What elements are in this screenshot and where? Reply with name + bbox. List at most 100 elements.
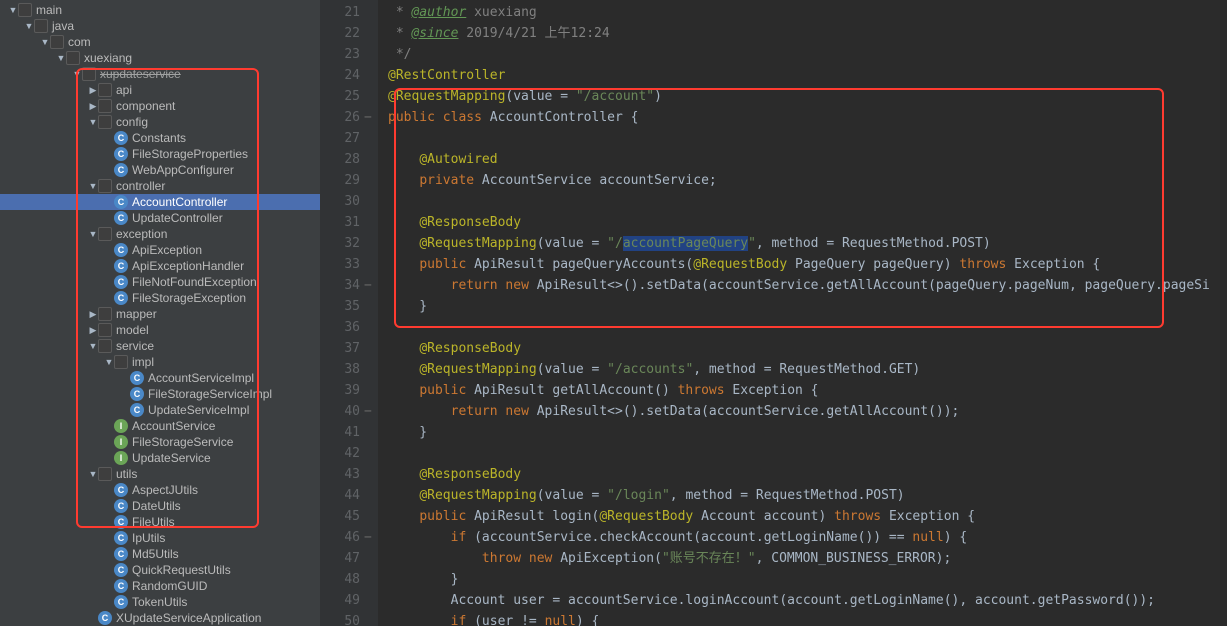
tree-node-component[interactable]: component bbox=[0, 98, 320, 114]
tree-label: Md5Utils bbox=[132, 546, 179, 562]
chevron-down-icon[interactable] bbox=[56, 50, 66, 66]
tree-node-impl[interactable]: impl bbox=[0, 354, 320, 370]
chevron-down-icon[interactable] bbox=[24, 18, 34, 34]
code-line[interactable]: @ResponseBody bbox=[388, 464, 1227, 485]
tree-node-dateutils[interactable]: DateUtils bbox=[0, 498, 320, 514]
code-line[interactable]: * @author xuexiang bbox=[388, 2, 1227, 23]
tree-label: AccountService bbox=[132, 418, 215, 434]
code-editor[interactable]: 2122232425262728293031323334353637383940… bbox=[320, 0, 1227, 626]
code-line[interactable]: if (accountService.checkAccount(account.… bbox=[388, 527, 1227, 548]
chevron-right-icon[interactable] bbox=[88, 306, 98, 322]
tree-node-xuexiang[interactable]: xuexiang bbox=[0, 50, 320, 66]
tree-node-filenotfoundexception[interactable]: FileNotFoundException bbox=[0, 274, 320, 290]
tree-node-constants[interactable]: Constants bbox=[0, 130, 320, 146]
tree-node-filestorageexception[interactable]: FileStorageException bbox=[0, 290, 320, 306]
chevron-down-icon[interactable] bbox=[40, 34, 50, 50]
tree-node-randomguid[interactable]: RandomGUID bbox=[0, 578, 320, 594]
code-line[interactable]: public class AccountController { bbox=[388, 107, 1227, 128]
code-line[interactable]: @ResponseBody bbox=[388, 212, 1227, 233]
tree-node-filestorageservice[interactable]: FileStorageService bbox=[0, 434, 320, 450]
chevron-down-icon[interactable] bbox=[88, 466, 98, 482]
tree-node-apiexceptionhandler[interactable]: ApiExceptionHandler bbox=[0, 258, 320, 274]
cls-icon bbox=[114, 195, 128, 209]
chevron-down-icon[interactable] bbox=[88, 114, 98, 130]
chevron-down-icon[interactable] bbox=[72, 66, 82, 82]
tree-node-filestorageserviceimpl[interactable]: FileStorageServiceImpl bbox=[0, 386, 320, 402]
chevron-down-icon[interactable] bbox=[104, 354, 114, 370]
chevron-down-icon[interactable] bbox=[88, 178, 98, 194]
tree-node-quickrequestutils[interactable]: QuickRequestUtils bbox=[0, 562, 320, 578]
tree-node-service[interactable]: service bbox=[0, 338, 320, 354]
folder-icon bbox=[66, 51, 80, 65]
tree-node-accountcontroller[interactable]: AccountController bbox=[0, 194, 320, 210]
tree-node-accountserviceimpl[interactable]: AccountServiceImpl bbox=[0, 370, 320, 386]
tree-label: XUpdateServiceApplication bbox=[116, 610, 261, 626]
line-number: 35 bbox=[320, 296, 378, 317]
code-line[interactable]: @RestController bbox=[388, 65, 1227, 86]
tree-label: WebAppConfigurer bbox=[132, 162, 234, 178]
code-line[interactable] bbox=[388, 191, 1227, 212]
code-line[interactable]: } bbox=[388, 296, 1227, 317]
tree-node-tokenutils[interactable]: TokenUtils bbox=[0, 594, 320, 610]
chevron-right-icon[interactable] bbox=[88, 98, 98, 114]
tree-node-accountservice[interactable]: AccountService bbox=[0, 418, 320, 434]
code-line[interactable]: return new ApiResult<>().setData(account… bbox=[388, 401, 1227, 422]
tree-node-iputils[interactable]: IpUtils bbox=[0, 530, 320, 546]
code-line[interactable]: } bbox=[388, 569, 1227, 590]
tree-node-controller[interactable]: controller bbox=[0, 178, 320, 194]
tree-node-fileutils[interactable]: FileUtils bbox=[0, 514, 320, 530]
code-line[interactable]: Account user = accountService.loginAccou… bbox=[388, 590, 1227, 611]
tree-node-utils[interactable]: utils bbox=[0, 466, 320, 482]
tree-node-webappconfigurer[interactable]: WebAppConfigurer bbox=[0, 162, 320, 178]
code-line[interactable]: public ApiResult getAllAccount() throws … bbox=[388, 380, 1227, 401]
code-line[interactable] bbox=[388, 128, 1227, 149]
tree-node-com[interactable]: com bbox=[0, 34, 320, 50]
code-line[interactable]: @RequestMapping(value = "/accountPageQue… bbox=[388, 233, 1227, 254]
code-line[interactable] bbox=[388, 317, 1227, 338]
tree-node-xupdateservice[interactable]: xupdateservice bbox=[0, 66, 320, 82]
tree-node-config[interactable]: config bbox=[0, 114, 320, 130]
tree-node-model[interactable]: model bbox=[0, 322, 320, 338]
code-line[interactable]: return new ApiResult<>().setData(account… bbox=[388, 275, 1227, 296]
line-number: 27 bbox=[320, 128, 378, 149]
tree-node-apiexception[interactable]: ApiException bbox=[0, 242, 320, 258]
tree-node-md5utils[interactable]: Md5Utils bbox=[0, 546, 320, 562]
code-line[interactable]: public ApiResult login(@RequestBody Acco… bbox=[388, 506, 1227, 527]
code-line[interactable]: private AccountService accountService; bbox=[388, 170, 1227, 191]
folder-icon bbox=[98, 179, 112, 193]
code-line[interactable]: @ResponseBody bbox=[388, 338, 1227, 359]
line-number: 25 bbox=[320, 86, 378, 107]
code-line[interactable]: @RequestMapping(value = "/accounts", met… bbox=[388, 359, 1227, 380]
tree-node-exception[interactable]: exception bbox=[0, 226, 320, 242]
code-line[interactable]: } bbox=[388, 422, 1227, 443]
tree-node-xupdateserviceapplication[interactable]: XUpdateServiceApplication bbox=[0, 610, 320, 626]
code-line[interactable]: @Autowired bbox=[388, 149, 1227, 170]
chevron-down-icon[interactable] bbox=[88, 226, 98, 242]
project-tree[interactable]: mainjavacomxuexiangxupdateserviceapicomp… bbox=[0, 0, 320, 626]
chevron-right-icon[interactable] bbox=[88, 82, 98, 98]
code-line[interactable]: * @since 2019/4/21 上午12:24 bbox=[388, 23, 1227, 44]
code-line[interactable]: @RequestMapping(value = "/account") bbox=[388, 86, 1227, 107]
tree-node-api[interactable]: api bbox=[0, 82, 320, 98]
editor-code[interactable]: * @author xuexiang * @since 2019/4/21 上午… bbox=[378, 0, 1227, 626]
tree-label: service bbox=[116, 338, 154, 354]
tree-node-updateserviceimpl[interactable]: UpdateServiceImpl bbox=[0, 402, 320, 418]
tree-node-updateservice[interactable]: UpdateService bbox=[0, 450, 320, 466]
tree-node-mapper[interactable]: mapper bbox=[0, 306, 320, 322]
code-line[interactable]: throw new ApiException("账号不存在！", COMMON_… bbox=[388, 548, 1227, 569]
code-line[interactable]: */ bbox=[388, 44, 1227, 65]
tree-label: FileUtils bbox=[132, 514, 175, 530]
chevron-down-icon[interactable] bbox=[8, 2, 18, 18]
tree-node-java[interactable]: java bbox=[0, 18, 320, 34]
code-line[interactable]: public ApiResult pageQueryAccounts(@Requ… bbox=[388, 254, 1227, 275]
code-line[interactable]: @RequestMapping(value = "/login", method… bbox=[388, 485, 1227, 506]
tree-node-updatecontroller[interactable]: UpdateController bbox=[0, 210, 320, 226]
code-line[interactable]: if (user != null) { bbox=[388, 611, 1227, 626]
code-line[interactable] bbox=[388, 443, 1227, 464]
tree-node-main[interactable]: main bbox=[0, 2, 320, 18]
tree-label: impl bbox=[132, 354, 154, 370]
chevron-down-icon[interactable] bbox=[88, 338, 98, 354]
tree-node-aspectjutils[interactable]: AspectJUtils bbox=[0, 482, 320, 498]
tree-node-filestorageproperties[interactable]: FileStorageProperties bbox=[0, 146, 320, 162]
chevron-right-icon[interactable] bbox=[88, 322, 98, 338]
